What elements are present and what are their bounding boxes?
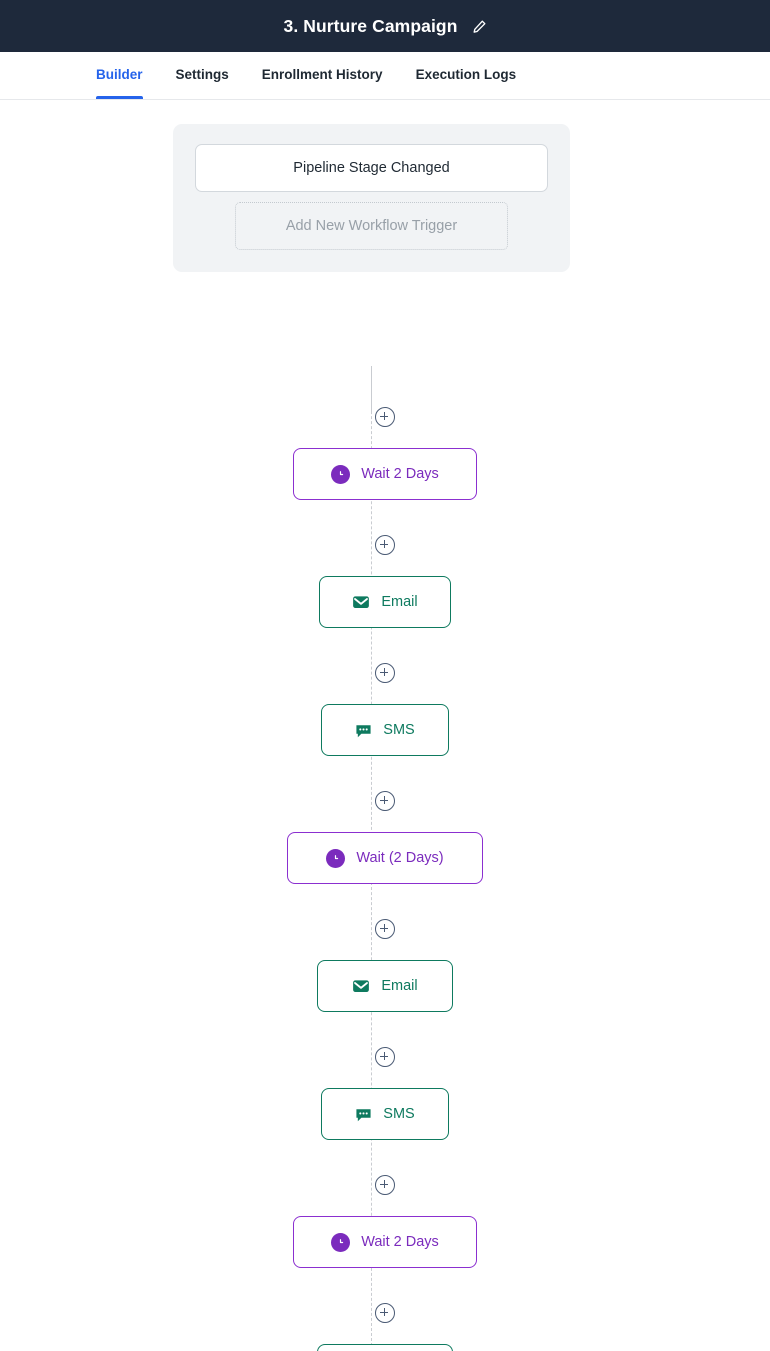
add-workflow-trigger-button[interactable]: Add New Workflow Trigger — [235, 202, 508, 250]
workflow-node-wait[interactable]: Wait (2 Days) — [287, 832, 483, 884]
workflow-node-label: SMS — [383, 1106, 415, 1122]
trigger-label: Pipeline Stage Changed — [293, 160, 450, 176]
workflow-node-sms[interactable]: SMS — [321, 1088, 449, 1140]
add-workflow-trigger-label: Add New Workflow Trigger — [285, 218, 458, 234]
tab-settings-label: Settings — [175, 67, 229, 82]
add-step-button[interactable] — [375, 663, 395, 683]
trigger-pipeline-stage-changed[interactable]: Pipeline Stage Changed — [195, 144, 548, 192]
workflow-node-wait[interactable]: Wait 2 Days — [293, 448, 477, 500]
pencil-icon[interactable] — [472, 19, 487, 34]
envelope-icon — [352, 593, 370, 611]
workflow-node-label: Wait 2 Days — [361, 1234, 439, 1250]
add-step-button[interactable] — [375, 1047, 395, 1067]
tab-enrollment-history[interactable]: Enrollment History — [262, 52, 383, 99]
add-step-button[interactable] — [375, 407, 395, 427]
workflow-node-label: Wait 2 Days — [361, 466, 439, 482]
clock-icon — [331, 464, 351, 484]
add-step-button[interactable] — [375, 791, 395, 811]
workflow-node-wait[interactable]: Wait 2 Days — [293, 1216, 477, 1268]
tab-builder-label: Builder — [96, 67, 143, 82]
add-step-button[interactable] — [375, 1175, 395, 1195]
workflow-node-email[interactable]: Email — [319, 576, 451, 628]
add-step-button[interactable] — [375, 535, 395, 555]
tab-execution-logs[interactable]: Execution Logs — [416, 52, 517, 99]
trigger-panel: Pipeline Stage Changed Add New Workflow … — [173, 124, 570, 272]
tab-execution-logs-label: Execution Logs — [415, 67, 517, 82]
chat-bubble-icon — [355, 722, 372, 739]
workflow-node-sms[interactable]: SMS — [321, 704, 449, 756]
workflow-node-email[interactable]: Email — [317, 960, 453, 1012]
page-title: 3. Nurture Campaign — [283, 15, 458, 36]
workflow-canvas: Pipeline Stage Changed Add New Workflow … — [0, 100, 770, 1351]
tab-settings[interactable]: Settings — [176, 52, 229, 99]
chat-bubble-icon — [355, 1106, 372, 1123]
add-step-button[interactable] — [375, 919, 395, 939]
workflow-node-email[interactable]: Email — [317, 1344, 453, 1351]
app-header: 3. Nurture Campaign — [0, 0, 770, 52]
tab-bar: Builder Settings Enrollment History Exec… — [0, 52, 770, 100]
workflow-node-label: Email — [381, 594, 418, 610]
workflow-node-label: Wait (2 Days) — [356, 850, 444, 866]
clock-icon — [326, 848, 346, 868]
clock-icon — [331, 1232, 351, 1252]
workflow-node-label: Email — [381, 978, 418, 994]
workflow-node-label: SMS — [383, 722, 415, 738]
tab-builder[interactable]: Builder — [96, 52, 143, 99]
tab-enrollment-history-label: Enrollment History — [261, 67, 383, 82]
envelope-icon — [352, 977, 370, 995]
add-step-button[interactable] — [375, 1303, 395, 1323]
